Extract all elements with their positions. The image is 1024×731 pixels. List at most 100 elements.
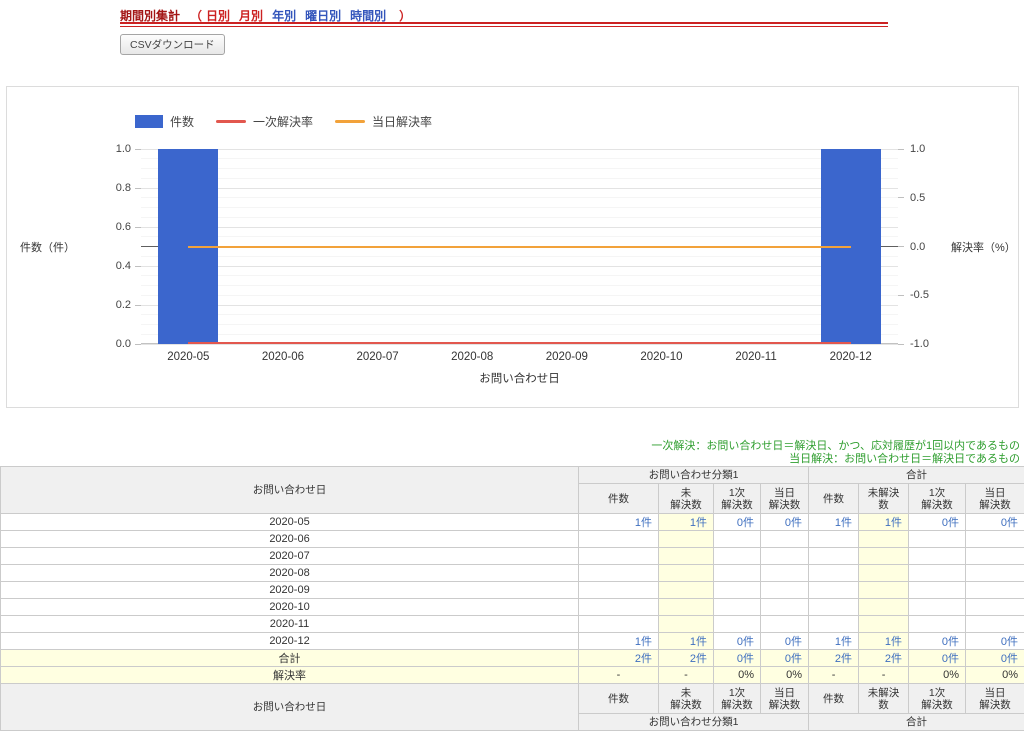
- gridline: [141, 324, 898, 325]
- legend-item-same-day-resolution-rate[interactable]: 当日解決率: [335, 113, 432, 130]
- nav-links: 日別月別年別曜日別時間別: [206, 9, 395, 23]
- y-tick-label-right: 1.0: [910, 143, 960, 155]
- cell-2020-10-3: [761, 599, 809, 616]
- value-link-2020-12-5[interactable]: 1件: [885, 636, 902, 648]
- value-link-2020-05-5[interactable]: 1件: [885, 517, 902, 529]
- x-tick-label: 2020-05: [143, 351, 233, 363]
- csv-download-button[interactable]: CSVダウンロード: [120, 34, 225, 55]
- legend-item-first-resolution-rate[interactable]: 一次解決率: [216, 113, 313, 130]
- cell-2020-12-2: 0件: [714, 633, 761, 650]
- gridline: [141, 178, 898, 179]
- cell-2020-12-3: 0件: [761, 633, 809, 650]
- value-link-total-2[interactable]: 0件: [737, 653, 754, 665]
- left-tick-mark: [135, 227, 141, 228]
- nav-link-hourly[interactable]: 時間別: [350, 9, 386, 23]
- table-row-2020-06: 2020-06: [1, 531, 1024, 548]
- cell-2020-05-1: 1件: [659, 514, 714, 531]
- value-link-2020-05-2[interactable]: 0件: [737, 517, 754, 529]
- left-tick-mark: [135, 149, 141, 150]
- cell-2020-08-1: [659, 565, 714, 582]
- cell-rate-6: 0%: [909, 667, 966, 684]
- cell-2020-12-0: 1件: [579, 633, 659, 650]
- gridline: [141, 285, 898, 286]
- gridline: [141, 227, 898, 228]
- cell-2020-12-5: 1件: [859, 633, 909, 650]
- sub-header-4: 件数: [809, 484, 859, 514]
- col-header-inquiry-date: お問い合わせ日: [1, 684, 579, 731]
- legend-label-first-resolution-rate: 一次解決率: [253, 113, 313, 130]
- cell-2020-09-1: [659, 582, 714, 599]
- cell-2020-05-2: 0件: [714, 514, 761, 531]
- value-link-2020-12-4[interactable]: 1件: [835, 636, 852, 648]
- sub-header-6: 1次 解決数: [909, 684, 966, 714]
- x-tick-label: 2020-12: [806, 351, 896, 363]
- y-tick-label-left: 0.8: [79, 182, 131, 194]
- nav-link-weekday[interactable]: 曜日別: [305, 9, 341, 23]
- x-tick-label: 2020-06: [238, 351, 328, 363]
- nav-link-yearly[interactable]: 年別: [272, 9, 296, 23]
- cell-2020-10-7: [966, 599, 1024, 616]
- x-tick-label: 2020-07: [333, 351, 423, 363]
- sub-header-3: 当日 解決数: [761, 484, 809, 514]
- value-link-2020-12-7[interactable]: 0件: [1001, 636, 1018, 648]
- cell-2020-08-7: [966, 565, 1024, 582]
- cell-2020-12-4: 1件: [809, 633, 859, 650]
- row-label-rate: 解決率: [1, 667, 579, 684]
- cell-2020-07-4: [809, 548, 859, 565]
- value-link-2020-12-0[interactable]: 1件: [635, 636, 652, 648]
- cell-total-0: 2件: [579, 650, 659, 667]
- gridline: [141, 197, 898, 198]
- chart-panel: 件数一次解決率当日解決率 件数（件） 解決率（%） お問い合わせ日 2020-0…: [6, 86, 1019, 408]
- cell-rate-2: 0%: [714, 667, 761, 684]
- gridline: [141, 256, 898, 257]
- value-link-2020-12-2[interactable]: 0件: [737, 636, 754, 648]
- chart-legend: 件数 一次解決率 当日解決率: [135, 113, 432, 130]
- value-link-total-3[interactable]: 0件: [785, 653, 802, 665]
- count-swatch: [135, 115, 163, 128]
- cell-2020-07-3: [761, 548, 809, 565]
- col-header-inquiry-date: お問い合わせ日: [1, 467, 579, 514]
- value-link-total-1[interactable]: 2件: [690, 653, 707, 665]
- table-row-2020-11: 2020-11: [1, 616, 1024, 633]
- row-label-2020-10: 2020-10: [1, 599, 579, 616]
- cell-2020-09-3: [761, 582, 809, 599]
- definition-notes: 一次解決：お問い合わせ日＝解決日、かつ、応対履歴が1回以内であるもの 当日解決：…: [651, 440, 1020, 466]
- value-link-2020-05-7[interactable]: 0件: [1001, 517, 1018, 529]
- value-link-2020-12-6[interactable]: 0件: [942, 636, 959, 648]
- value-link-2020-05-6[interactable]: 0件: [942, 517, 959, 529]
- nav-link-monthly[interactable]: 月別: [239, 9, 263, 23]
- cell-total-4: 2件: [809, 650, 859, 667]
- gridline: [141, 168, 898, 169]
- value-link-total-6[interactable]: 0件: [942, 653, 959, 665]
- value-link-total-4[interactable]: 2件: [835, 653, 852, 665]
- value-link-2020-05-0[interactable]: 1件: [635, 517, 652, 529]
- value-link-total-5[interactable]: 2件: [885, 653, 902, 665]
- table-row-total: 合計2件2件0件0件2件2件0件0件: [1, 650, 1024, 667]
- page: { "nav": { "title": "期間別集計", "paren_open…: [0, 0, 1024, 725]
- value-link-2020-12-3[interactable]: 0件: [785, 636, 802, 648]
- value-link-2020-12-1[interactable]: 1件: [690, 636, 707, 648]
- left-tick-mark: [135, 305, 141, 306]
- note-same-day-resolution: 当日解決：お問い合わせ日＝解決日であるもの: [651, 453, 1020, 466]
- value-link-2020-05-1[interactable]: 1件: [690, 517, 707, 529]
- cell-total-2: 0件: [714, 650, 761, 667]
- value-link-total-7[interactable]: 0件: [1001, 653, 1018, 665]
- row-label-2020-11: 2020-11: [1, 616, 579, 633]
- sub-header-2: 1次 解決数: [714, 484, 761, 514]
- nav-link-daily[interactable]: 日別: [206, 9, 230, 23]
- legend-label-count: 件数: [170, 113, 194, 130]
- gridline: [141, 217, 898, 218]
- value-link-2020-05-3[interactable]: 0件: [785, 517, 802, 529]
- cell-2020-06-3: [761, 531, 809, 548]
- gridline: [141, 275, 898, 276]
- value-link-total-0[interactable]: 2件: [635, 653, 652, 665]
- cell-2020-07-1: [659, 548, 714, 565]
- gridline: [141, 266, 898, 267]
- same-day-resolution-rate-swatch: [335, 120, 365, 123]
- cell-2020-09-6: [909, 582, 966, 599]
- cell-rate-0: -: [579, 667, 659, 684]
- value-link-2020-05-4[interactable]: 1件: [835, 517, 852, 529]
- legend-item-count[interactable]: 件数: [135, 113, 194, 130]
- report-table: お問い合わせ日お問い合わせ分類1合計件数未 解決数1次 解決数当日 解決数件数未…: [0, 466, 1024, 731]
- sub-header-7: 当日 解決数: [966, 684, 1024, 714]
